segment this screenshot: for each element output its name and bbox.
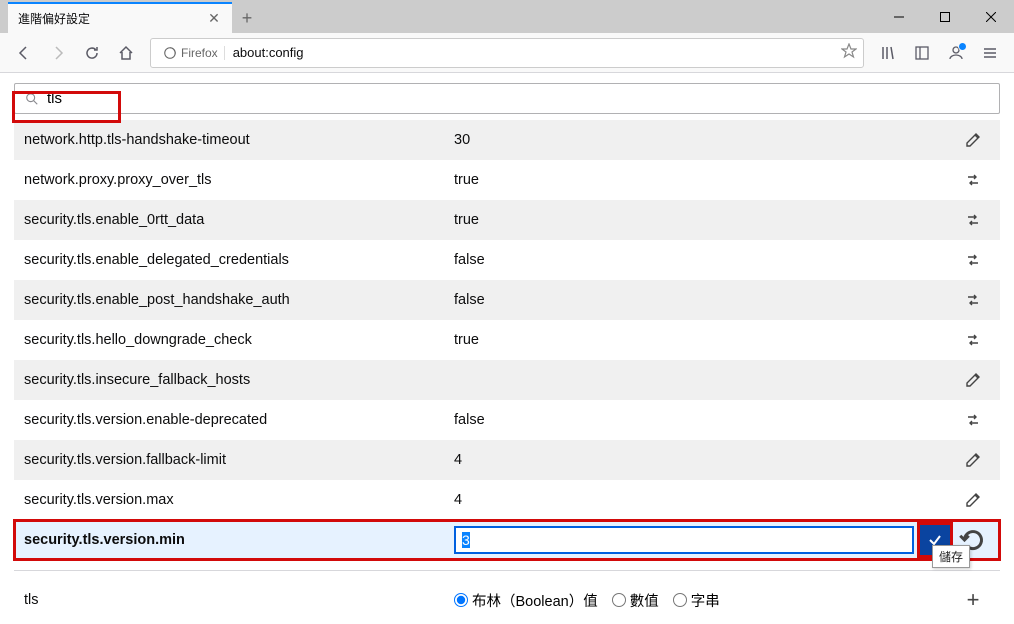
firefox-icon	[163, 46, 177, 60]
tab-close-icon[interactable]: ✕	[206, 11, 222, 27]
add-pref-type-radios: 布林（Boolean）值 數值 字串	[454, 590, 956, 611]
tab-title: 進階偏好設定	[18, 10, 206, 27]
pref-row: security.tls.enable_delegated_credential…	[14, 240, 1000, 280]
add-pref-row: tls 布林（Boolean）值 數值 字串 +	[14, 570, 1000, 624]
radio-input[interactable]	[673, 593, 687, 607]
maximize-button[interactable]	[922, 0, 968, 33]
add-pref-name: tls	[24, 592, 454, 608]
pref-row: security.tls.enable_0rtt_datatrue	[14, 200, 1000, 240]
pref-row: security.tls.hello_downgrade_checktrue	[14, 320, 1000, 360]
pref-row-editing: security.tls.version.min儲存	[14, 520, 1000, 560]
url-text: about:config	[225, 45, 841, 60]
forward-button[interactable]	[42, 37, 74, 69]
toggle-button[interactable]	[956, 165, 990, 195]
pref-value: 4	[454, 452, 956, 468]
toggle-button[interactable]	[956, 325, 990, 355]
pref-name: security.tls.insecure_fallback_hosts	[24, 372, 454, 388]
back-button[interactable]	[8, 37, 40, 69]
radio-label: 數值	[630, 590, 659, 611]
pref-value: true	[454, 212, 956, 228]
content-area: network.http.tls-handshake-timeout30netw…	[0, 73, 1014, 624]
pref-value: false	[454, 292, 956, 308]
reload-button[interactable]	[76, 37, 108, 69]
search-icon	[25, 92, 39, 106]
type-radio-option[interactable]: 字串	[673, 590, 720, 611]
new-tab-button[interactable]: +	[232, 3, 262, 33]
pref-value: false	[454, 252, 956, 268]
pref-edit-input[interactable]	[454, 526, 914, 554]
toolbar-right	[872, 37, 1006, 69]
titlebar: 進階偏好設定 ✕ +	[0, 0, 1014, 33]
pref-row: security.tls.version.max4	[14, 480, 1000, 520]
toggle-button[interactable]	[956, 285, 990, 315]
pref-value: 30	[454, 132, 956, 148]
urlbar[interactable]: Firefox about:config	[150, 38, 864, 68]
toggle-button[interactable]	[956, 245, 990, 275]
pref-value: true	[454, 172, 956, 188]
config-search-input[interactable]	[47, 90, 989, 107]
save-tooltip: 儲存	[932, 545, 970, 568]
minimize-button[interactable]	[876, 0, 922, 33]
pref-name: security.tls.enable_post_handshake_auth	[24, 292, 454, 308]
edit-button[interactable]	[956, 125, 990, 155]
edit-button[interactable]	[956, 445, 990, 475]
toggle-button[interactable]	[956, 205, 990, 235]
library-button[interactable]	[872, 37, 904, 69]
menu-button[interactable]	[974, 37, 1006, 69]
pref-row: security.tls.enable_post_handshake_authf…	[14, 280, 1000, 320]
radio-input[interactable]	[454, 593, 468, 607]
pref-row: security.tls.version.enable-deprecatedfa…	[14, 400, 1000, 440]
pref-value: true	[454, 332, 956, 348]
config-search-box[interactable]	[14, 83, 1000, 114]
pref-name: security.tls.enable_0rtt_data	[24, 212, 454, 228]
prefs-list: network.http.tls-handshake-timeout30netw…	[14, 120, 1000, 560]
pref-name: network.http.tls-handshake-timeout	[24, 132, 454, 148]
navbar: Firefox about:config	[0, 33, 1014, 73]
edit-button[interactable]	[956, 485, 990, 515]
identity-label: Firefox	[181, 46, 218, 60]
close-window-button[interactable]	[968, 0, 1014, 33]
home-button[interactable]	[110, 37, 142, 69]
account-button[interactable]	[940, 37, 972, 69]
pref-name: network.proxy.proxy_over_tls	[24, 172, 454, 188]
toggle-button[interactable]	[956, 405, 990, 435]
identity-box[interactable]: Firefox	[157, 46, 225, 60]
radio-label: 字串	[691, 590, 720, 611]
pref-row: security.tls.insecure_fallback_hosts	[14, 360, 1000, 400]
bookmark-star-icon[interactable]	[841, 43, 857, 62]
sidebar-button[interactable]	[906, 37, 938, 69]
type-radio-option[interactable]: 布林（Boolean）值	[454, 590, 598, 611]
add-pref-button[interactable]: +	[956, 585, 990, 615]
type-radio-option[interactable]: 數值	[612, 590, 659, 611]
pref-row: network.http.tls-handshake-timeout30	[14, 120, 1000, 160]
pref-row: network.proxy.proxy_over_tlstrue	[14, 160, 1000, 200]
radio-label: 布林（Boolean）值	[472, 590, 598, 611]
pref-name: security.tls.version.min	[24, 532, 454, 548]
pref-name: security.tls.version.enable-deprecated	[24, 412, 454, 428]
pref-name: security.tls.version.fallback-limit	[24, 452, 454, 468]
pref-value: false	[454, 412, 956, 428]
edit-button[interactable]	[956, 365, 990, 395]
radio-input[interactable]	[612, 593, 626, 607]
pref-name: security.tls.enable_delegated_credential…	[24, 252, 454, 268]
browser-tab[interactable]: 進階偏好設定 ✕	[8, 2, 232, 33]
window-controls	[876, 0, 1014, 33]
pref-name: security.tls.version.max	[24, 492, 454, 508]
pref-row: security.tls.version.fallback-limit4	[14, 440, 1000, 480]
pref-name: security.tls.hello_downgrade_check	[24, 332, 454, 348]
pref-value: 4	[454, 492, 956, 508]
